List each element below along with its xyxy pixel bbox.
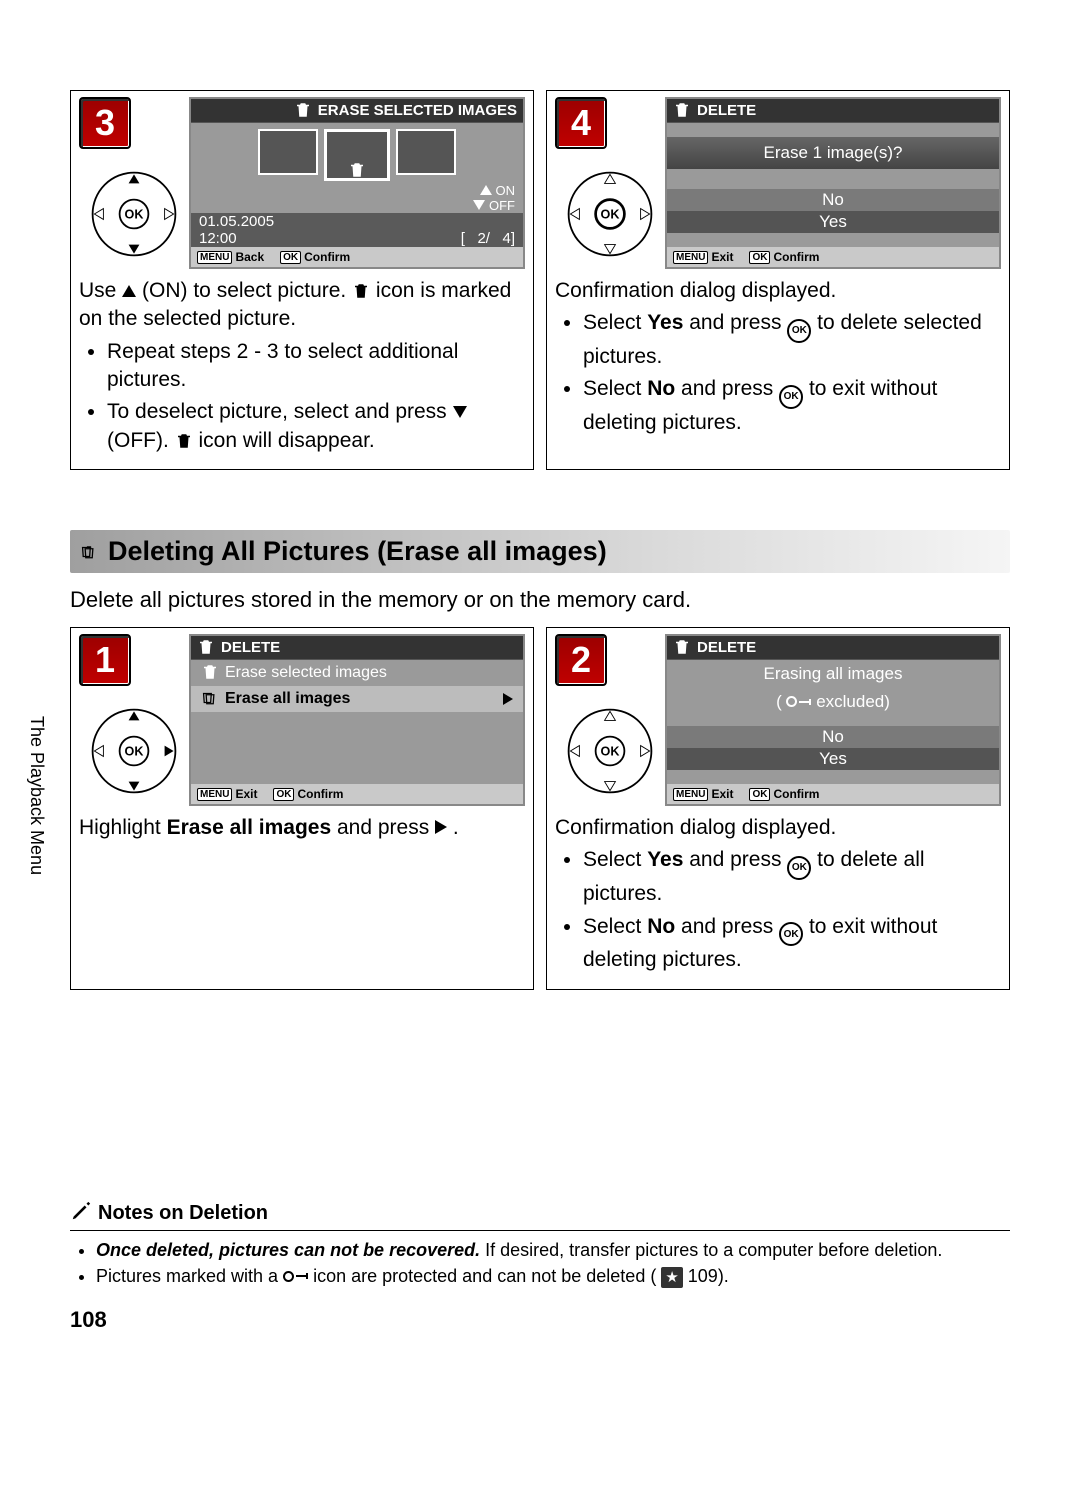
dpad-icon: OK — [565, 169, 655, 264]
lcd4-no: No — [667, 189, 999, 211]
thumbnail-selected-icon — [324, 129, 390, 181]
ok-icon: OK — [779, 385, 803, 409]
lcd2b-yes: Yes — [667, 748, 999, 770]
ok-icon: OK — [787, 856, 811, 880]
lcd3-title: ERASE SELECTED IMAGES — [318, 102, 517, 119]
dpad-icon: OK — [565, 706, 655, 801]
svg-text:OK: OK — [601, 745, 620, 759]
lcd3-date: 01.05.2005 — [199, 213, 274, 230]
trash-all-icon — [80, 543, 98, 561]
side-tab-label: The Playback Menu — [24, 710, 49, 881]
ok-icon: OK — [779, 922, 803, 946]
step-4-panel: 4 OK — [546, 90, 1010, 470]
triangle-right-icon — [435, 820, 447, 834]
dpad-icon: OK — [89, 706, 179, 801]
page-ref-icon: ★ — [661, 1267, 682, 1289]
dpad-icon: OK — [89, 169, 179, 264]
step-3-panel: 3 OK — [70, 90, 534, 470]
thumbnail-icon — [396, 129, 456, 175]
step-3-badge: 3 — [79, 97, 131, 149]
lcd4-question: Erase 1 image(s)? — [667, 137, 999, 169]
svg-text:OK: OK — [125, 745, 144, 759]
menu-row-selected-images: Erase selected images — [191, 660, 523, 686]
svg-text:OK: OK — [125, 208, 144, 222]
lcd-screen-4: DELETE Erase 1 image(s)? No Yes MENU Exi… — [665, 97, 1001, 269]
lcd2b-line2: ( excluded) — [667, 688, 999, 716]
section-heading: Deleting All Pictures (Erase all images) — [70, 530, 1010, 573]
ok-icon: OK — [787, 319, 811, 343]
trash-icon — [175, 429, 193, 452]
step-2b-text: Confirmation dialog displayed. Select Ye… — [555, 814, 1001, 975]
trash-icon — [294, 101, 312, 120]
trash-icon — [352, 279, 370, 302]
step-2b-panel: 2 OK — [546, 627, 1010, 990]
menu-row-erase-all: Erase all images — [191, 686, 523, 712]
step-1b-panel: 1 OK — [70, 627, 534, 990]
notes-section: Notes on Deletion Once deleted, pictures… — [70, 1200, 1010, 1289]
lcd4-title: DELETE — [697, 102, 756, 119]
protect-key-icon — [786, 696, 811, 707]
section-intro: Delete all pictures stored in the memory… — [70, 587, 1010, 613]
trash-icon — [197, 638, 215, 657]
step-2b-badge: 2 — [555, 634, 607, 686]
lcd2b-line1: Erasing all images — [667, 660, 999, 688]
lcd-screen-3: ERASE SELECTED IMAGES — [189, 97, 525, 269]
step-1b-text: Highlight Erase all images and press . — [79, 814, 525, 842]
page-number: 108 — [70, 1307, 1010, 1333]
step-4-badge: 4 — [555, 97, 607, 149]
triangle-up-icon — [122, 285, 136, 297]
thumbnail-icon — [258, 129, 318, 175]
step-4-text: Confirmation dialog displayed. Select Ye… — [555, 277, 1001, 438]
protect-key-icon — [283, 1271, 308, 1282]
svg-text:OK: OK — [601, 208, 620, 222]
triangle-down-icon — [453, 406, 467, 418]
lcd-screen-1b: DELETE Erase selected images Erase all i… — [189, 634, 525, 806]
trash-icon — [673, 638, 691, 657]
lcd4-yes: Yes — [667, 211, 999, 233]
lcd3-time: 12:00 — [199, 230, 237, 247]
step-1b-badge: 1 — [79, 634, 131, 686]
trash-icon — [673, 101, 691, 120]
step-3-text: Use (ON) to select picture. icon is mark… — [79, 277, 525, 455]
lcd-screen-2b: DELETE Erasing all images ( excluded) No… — [665, 634, 1001, 806]
lcd2b-no: No — [667, 726, 999, 748]
pencil-icon — [70, 1200, 92, 1228]
